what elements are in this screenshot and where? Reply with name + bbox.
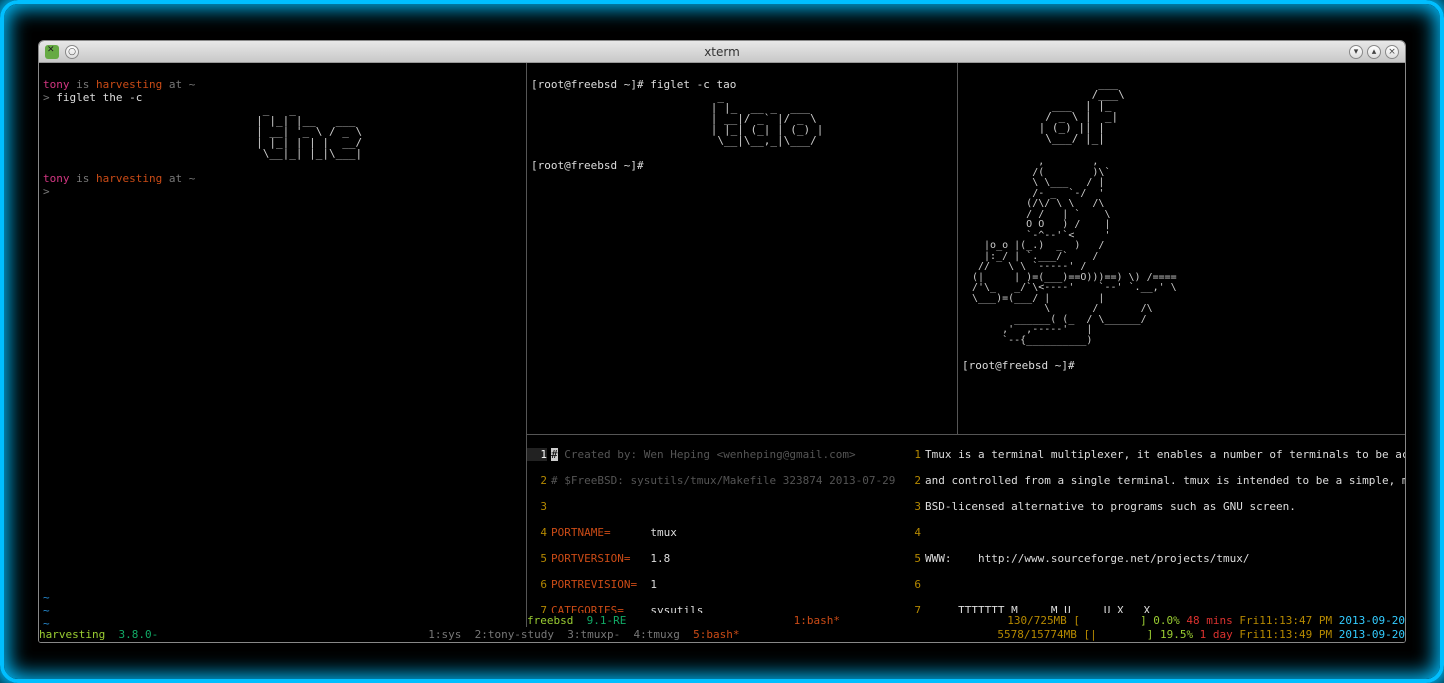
beastie-ascii: , , /( )\` \ \___ / | /- _ `-/ ' (/\/ \ …: [962, 157, 1401, 346]
editor-val: 1.8: [630, 552, 670, 565]
line-number: 4: [527, 526, 547, 539]
line-number: 2: [901, 474, 921, 487]
command-text: figlet the -c: [56, 91, 142, 104]
editor-key: PORTVERSION=: [551, 552, 630, 565]
titlebar[interactable]: ○ xterm ▾ ▴ ×: [39, 41, 1405, 63]
figlet-the: _ _ | |_| |__ ___ | __| '_ \ / _ \ | |_|…: [43, 104, 522, 159]
close-button[interactable]: ×: [1385, 45, 1399, 59]
tmux-version: 9.1-RE: [573, 614, 626, 627]
vim-tilde: ~: [43, 591, 50, 604]
vim-right-pane[interactable]: 1 Tmux is a terminal multiplexer, it enab…: [901, 435, 1405, 613]
tmux-host: freebsd: [527, 614, 573, 627]
tmux-cpu: ] 0.0%: [1140, 614, 1180, 627]
line-number: 6: [901, 578, 921, 591]
editor-key: CATEGORIES=: [551, 604, 624, 613]
tmux-outer-statusbar[interactable]: harvesting 3.8.0- 1:sys 2:tony-study 3:t…: [39, 627, 1405, 642]
line-number: 2: [527, 474, 547, 487]
root-prompt: [root@freebsd ~]#: [531, 159, 650, 172]
tmux-date: 2013-09-20: [1339, 614, 1405, 627]
tmux-memory: 5578/15774MB [|: [997, 628, 1096, 641]
tmux-time: Fri11:13:49 PM: [1239, 628, 1338, 641]
tmux-right-stack: [root@freebsd ~]# figlet -c tao _ | |_ _…: [527, 63, 1405, 627]
prompt-prefix: >: [43, 185, 56, 198]
tmux-window-active[interactable]: 5:bash*: [693, 628, 739, 641]
prompt-action: harvesting: [96, 78, 162, 91]
tmux-pane-middle[interactable]: [root@freebsd ~]# figlet -c tao _ | |_ _…: [527, 63, 957, 434]
line-number: 1: [527, 448, 547, 461]
tmux-uptime: 1 day: [1193, 628, 1239, 641]
line-number: 1: [901, 448, 921, 461]
editor-key: PORTNAME=: [551, 526, 611, 539]
prompt-loc: at ~: [162, 172, 195, 185]
editor-line: Tmux is a terminal multiplexer, it enabl…: [925, 448, 1405, 461]
root-prompt: [root@freebsd ~]#: [531, 78, 650, 91]
tmux-memory: 130/725MB [: [1007, 614, 1080, 627]
editor-line: Created by: Wen Heping <wenheping@gmail.…: [558, 448, 856, 461]
xterm-window: ○ xterm ▾ ▴ × tony is harvesting at ~ > …: [38, 40, 1406, 643]
line-number: 7: [527, 604, 547, 613]
vim-tilde: ~: [43, 617, 50, 627]
tmux-pane-right[interactable]: ___ /___\ ___ | |_ / _ \ | _| | (_) || |…: [958, 63, 1405, 434]
app-icon: [45, 45, 59, 59]
tmux-windows[interactable]: 1:sys 2:tony-study 3:tmuxp- 4:tmuxg: [428, 628, 693, 641]
editor-line: WWW: http://www.sourceforge.net/projects…: [925, 552, 1250, 565]
cursor: #: [551, 448, 558, 461]
prompt-user: tony: [43, 172, 70, 185]
tmux-version: 3.8.0-: [105, 628, 158, 641]
vim-tilde: ~: [43, 604, 50, 617]
line-number: 6: [527, 578, 547, 591]
editor-val: tmux: [611, 526, 677, 539]
minimize-button[interactable]: ▾: [1349, 45, 1363, 59]
editor-key: PORTREVISION=: [551, 578, 637, 591]
figlet-tao: _ | |_ __ _ ___ | __|/ _` |/ _ \ | |_| (…: [531, 91, 953, 146]
prompt-sep: is: [70, 78, 97, 91]
window-menu-button[interactable]: ○: [65, 45, 79, 59]
prompt-prefix: >: [43, 91, 56, 104]
tmux-time: Fri11:13:47 PM: [1239, 614, 1338, 627]
root-prompt: [root@freebsd ~]#: [962, 359, 1081, 372]
tmux-window-active[interactable]: 1:bash*: [794, 614, 840, 627]
editor-val: sysutils: [624, 604, 703, 613]
tmux-session: harvesting: [39, 628, 105, 641]
prompt-user: tony: [43, 78, 70, 91]
prompt-sep: is: [70, 172, 97, 185]
line-number: 5: [901, 552, 921, 565]
line-number: 5: [527, 552, 547, 565]
line-number: 3: [527, 500, 547, 513]
editor-line: TTTTTTT M M U U X X: [925, 604, 1150, 613]
tmux-uptime: 48 mins: [1180, 614, 1240, 627]
terminal-body[interactable]: tony is harvesting at ~ > figlet the -c …: [39, 63, 1405, 642]
vim-left-pane[interactable]: 1 # Created by: Wen Heping <wenheping@gma…: [527, 435, 901, 613]
prompt-action: harvesting: [96, 172, 162, 185]
tmux-date: 2013-09-20: [1339, 628, 1405, 641]
maximize-button[interactable]: ▴: [1367, 45, 1381, 59]
editor-line: # $FreeBSD: sysutils/tmux/Makefile 32387…: [551, 474, 901, 487]
figlet-of: ___ /___\ ___ | |_ / _ \ | _| | (_) || |…: [962, 78, 1401, 144]
line-number: 7: [901, 604, 921, 613]
line-number: 4: [901, 526, 921, 539]
editor-line: and controlled from a single terminal. t…: [925, 474, 1405, 487]
line-number: 3: [901, 500, 921, 513]
editor-line: BSD-licensed alternative to programs suc…: [925, 500, 1296, 513]
tmux-inner-statusbar[interactable]: freebsd 9.1-RE 1:bash* 130/725MB [ ] 0.0…: [527, 613, 1405, 627]
editor-val: 1: [637, 578, 657, 591]
window-title: xterm: [704, 45, 740, 59]
tmux-cpu: ] 19.5%: [1147, 628, 1193, 641]
prompt-loc: at ~: [162, 78, 195, 91]
tmux-pane-left[interactable]: tony is harvesting at ~ > figlet the -c …: [39, 63, 526, 627]
vim-split[interactable]: 1 # Created by: Wen Heping <wenheping@gma…: [527, 434, 1405, 613]
